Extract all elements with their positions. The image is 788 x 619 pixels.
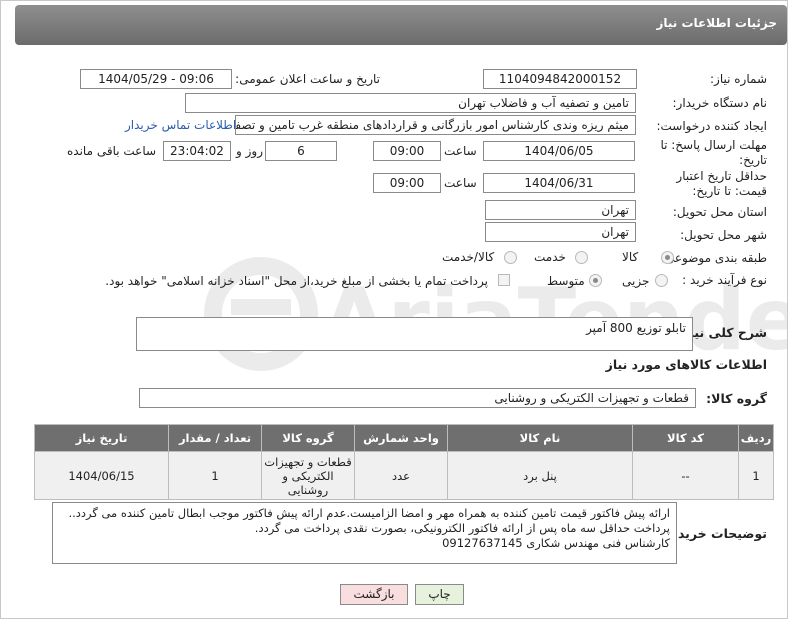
col-row-header: ردیف — [738, 424, 774, 452]
need-number-field: 1104094842000152 — [483, 69, 637, 89]
goods-group-field: قطعات و تجهیزات الکتریکی و روشنایی — [139, 388, 696, 408]
validity-time-field: 09:00 — [373, 173, 441, 193]
requester-label: ایجاد کننده درخواست: — [656, 119, 767, 133]
category-option-goods: کالا — [622, 250, 639, 264]
buyer-note-line-1: ارائه پیش فاکتور قیمت تامین کننده به همر… — [68, 506, 670, 520]
goods-info-title: اطلاعات کالاهای مورد نیاز — [605, 357, 767, 372]
col-group-header: گروه کالا — [261, 424, 355, 452]
cell-unit: عدد — [354, 451, 448, 500]
category-radio-both[interactable] — [504, 251, 517, 264]
buyer-org-label: نام دستگاه خریدار: — [672, 96, 768, 110]
table-header-row: ردیف کد کالا نام کالا واحد شمارش گروه کا… — [34, 424, 774, 452]
announce-field: 1404/05/29 - 09:06 — [80, 69, 232, 89]
col-date-header: تاریخ نیاز — [34, 424, 169, 452]
need-number-label: شماره نیاز: — [710, 72, 767, 86]
requester-field: میثم ریزه وندی کارشناس امور بازرگانی و ق… — [235, 115, 636, 135]
table-row: 1 -- پنل برد عدد قطعات و تجهیزات الکتریک… — [34, 451, 774, 500]
col-unit-header: واحد شمارش — [354, 424, 448, 452]
cell-group: قطعات و تجهیزات الکتریکی و روشنایی — [261, 451, 355, 500]
process-label: نوع فرآیند خرید : — [682, 273, 767, 287]
back-button[interactable]: بازگشت — [340, 584, 408, 605]
province-label: استان محل تحویل: — [672, 205, 767, 219]
buyer-contact-link[interactable]: اطلاعات تماس خریدار — [125, 118, 236, 132]
process-radio-medium[interactable] — [589, 274, 602, 287]
cell-name: پنل برد — [447, 451, 633, 500]
col-name-header: نام کالا — [447, 424, 633, 452]
col-code-header: کد کالا — [632, 424, 739, 452]
announce-label: تاریخ و ساعت اعلان عمومی: — [235, 72, 380, 86]
deadline-time-field: 09:00 — [373, 141, 441, 161]
process-option-minor: جزیی — [622, 274, 650, 288]
buyer-note-line-3: کارشناس فنی مهندس شکاری 09127637145 — [442, 536, 670, 550]
treasury-note: پرداخت تمام یا بخشی از مبلغ خرید،از محل … — [105, 274, 488, 288]
validity-time-label: ساعت — [444, 176, 477, 190]
goods-group-label: گروه کالا: — [706, 391, 767, 406]
header-bar: جزئیات اطلاعات نیاز — [15, 5, 787, 45]
category-label: طبقه بندی موضوعی: — [660, 251, 767, 265]
cell-row: 1 — [738, 451, 774, 500]
cell-code: -- — [632, 451, 739, 500]
deadline-date-field: 1404/06/05 — [483, 141, 635, 161]
category-radio-service[interactable] — [575, 251, 588, 264]
remaining-time-field: 23:04:02 — [163, 141, 231, 161]
col-qty-header: تعداد / مقدار — [168, 424, 262, 452]
city-field: تهران — [485, 222, 636, 242]
days-label: روز و — [236, 144, 263, 158]
items-table: ردیف کد کالا نام کالا واحد شمارش گروه کا… — [34, 424, 774, 500]
buyer-notes-label: توضیحات خریدار: — [661, 526, 767, 541]
print-button[interactable]: چاپ — [415, 584, 464, 605]
category-radio-goods[interactable] — [661, 251, 674, 264]
category-option-service: خدمت — [534, 250, 566, 264]
province-field: تهران — [485, 200, 636, 220]
validity-date-field: 1404/06/31 — [483, 173, 635, 193]
process-option-medium: متوسط — [547, 274, 585, 288]
validity-label: حداقل تاریخ اعتبار قیمت: تا تاریخ: — [676, 169, 767, 198]
deadline-label: مهلت ارسال پاسخ: تا تاریخ: — [660, 138, 767, 167]
remaining-label: ساعت باقی مانده — [67, 144, 157, 158]
buyer-notes-textarea[interactable]: ارائه پیش فاکتور قیمت تامین کننده به همر… — [52, 502, 677, 564]
buyer-org-field: تامین و تصفیه آب و فاضلاب تهران — [185, 93, 636, 113]
deadline-time-label: ساعت — [444, 144, 477, 158]
process-radio-minor[interactable] — [655, 274, 668, 287]
cell-qty: 1 — [168, 451, 262, 500]
page-title: جزئیات اطلاعات نیاز — [656, 16, 777, 30]
description-textarea[interactable]: تابلو توزیع 800 آمپر — [136, 317, 693, 351]
treasury-checkbox[interactable] — [498, 274, 510, 286]
category-option-both: کالا/خدمت — [442, 250, 495, 264]
remaining-days-field: 6 — [265, 141, 337, 161]
buyer-note-line-2: پرداخت حداقل سه ماه پس از ارائه فاکتور ا… — [254, 521, 670, 535]
cell-date: 1404/06/15 — [34, 451, 169, 500]
city-label: شهر محل تحویل: — [680, 228, 767, 242]
page: جزئیات اطلاعات نیاز AriaTender.neT شماره… — [0, 0, 788, 619]
